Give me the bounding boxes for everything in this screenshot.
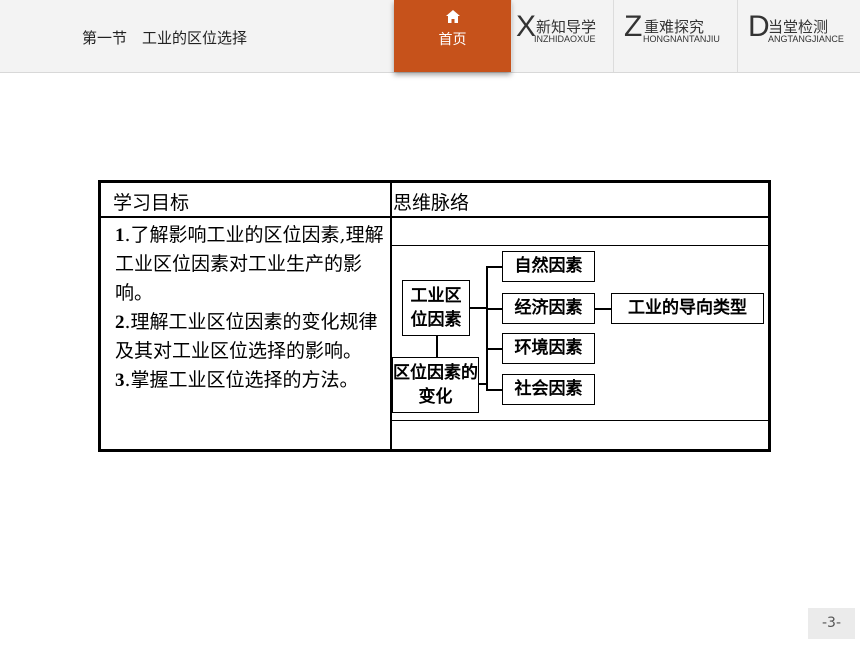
top-navigation-bar: 第一节 工业的区位选择 首页 X 新知导学 INZHIDAOXUE Z 重难探究… (0, 0, 860, 73)
mindmap-header: 思维脉络 (393, 192, 470, 214)
factor-natural: 自然因素 (502, 251, 595, 282)
tab-dangtang-jiance[interactable]: D 当堂检测 ANGTANGJIANCE (737, 0, 860, 72)
connector (595, 308, 611, 310)
tab-letter: Z (624, 10, 643, 43)
home-button[interactable]: 首页 (394, 0, 511, 72)
objectives-table: 学习目标 思维脉络 1.了解影响工业的区位因素,理解工业区位因素对工业生产的影响… (98, 180, 771, 452)
tab-letter: D (748, 10, 770, 43)
mindmap-root: 工业区位因素 (402, 280, 470, 336)
tab-pinyin: INZHIDAOXUE (534, 34, 596, 44)
home-icon (445, 10, 460, 23)
connector (486, 266, 502, 268)
learning-goals-header: 学习目标 (113, 192, 190, 214)
factor-economic: 经济因素 (502, 293, 595, 324)
connector (470, 307, 487, 309)
header-divider (101, 216, 768, 218)
industry-orientation-types: 工业的导向类型 (611, 293, 764, 324)
page-number: -3- (808, 608, 855, 639)
section-title: 第一节 工业的区位选择 (82, 29, 248, 47)
connector (486, 308, 502, 310)
tab-pinyin: HONGNANTANJIU (643, 34, 720, 44)
home-label: 首页 (438, 32, 467, 48)
tab-zhongnan-tanjiu[interactable]: Z 重难探究 HONGNANTANJIU (613, 0, 738, 72)
tab-pinyin: ANGTANGJIANCE (768, 34, 844, 44)
factor-social: 社会因素 (502, 374, 595, 405)
connector (486, 348, 502, 350)
mindmap-diagram: 工业区位因素 区位因素的变化 自然因素 经济因素 环境因素 社会因素 工业的导向… (390, 245, 768, 421)
goal-item: 2.理解工业区位因素的变化规律及其对工业区位选择的影响。 (115, 311, 378, 362)
mindmap-change: 区位因素的变化 (392, 357, 479, 413)
factor-environment: 环境因素 (502, 333, 595, 364)
tab-xinzhi-daoxue[interactable]: X 新知导学 INZHIDAOXUE (511, 0, 614, 72)
connector (436, 336, 438, 357)
learning-goals-list: 1.了解影响工业的区位因素,理解工业区位因素对工业生产的影响。 2.理解工业区位… (115, 221, 385, 395)
goal-item: 1.了解影响工业的区位因素,理解工业区位因素对工业生产的影响。 (115, 224, 384, 304)
connector (486, 266, 488, 390)
connector (486, 389, 502, 391)
goal-item: 3.掌握工业区位选择的方法。 (115, 369, 359, 391)
tab-letter: X (516, 10, 537, 43)
